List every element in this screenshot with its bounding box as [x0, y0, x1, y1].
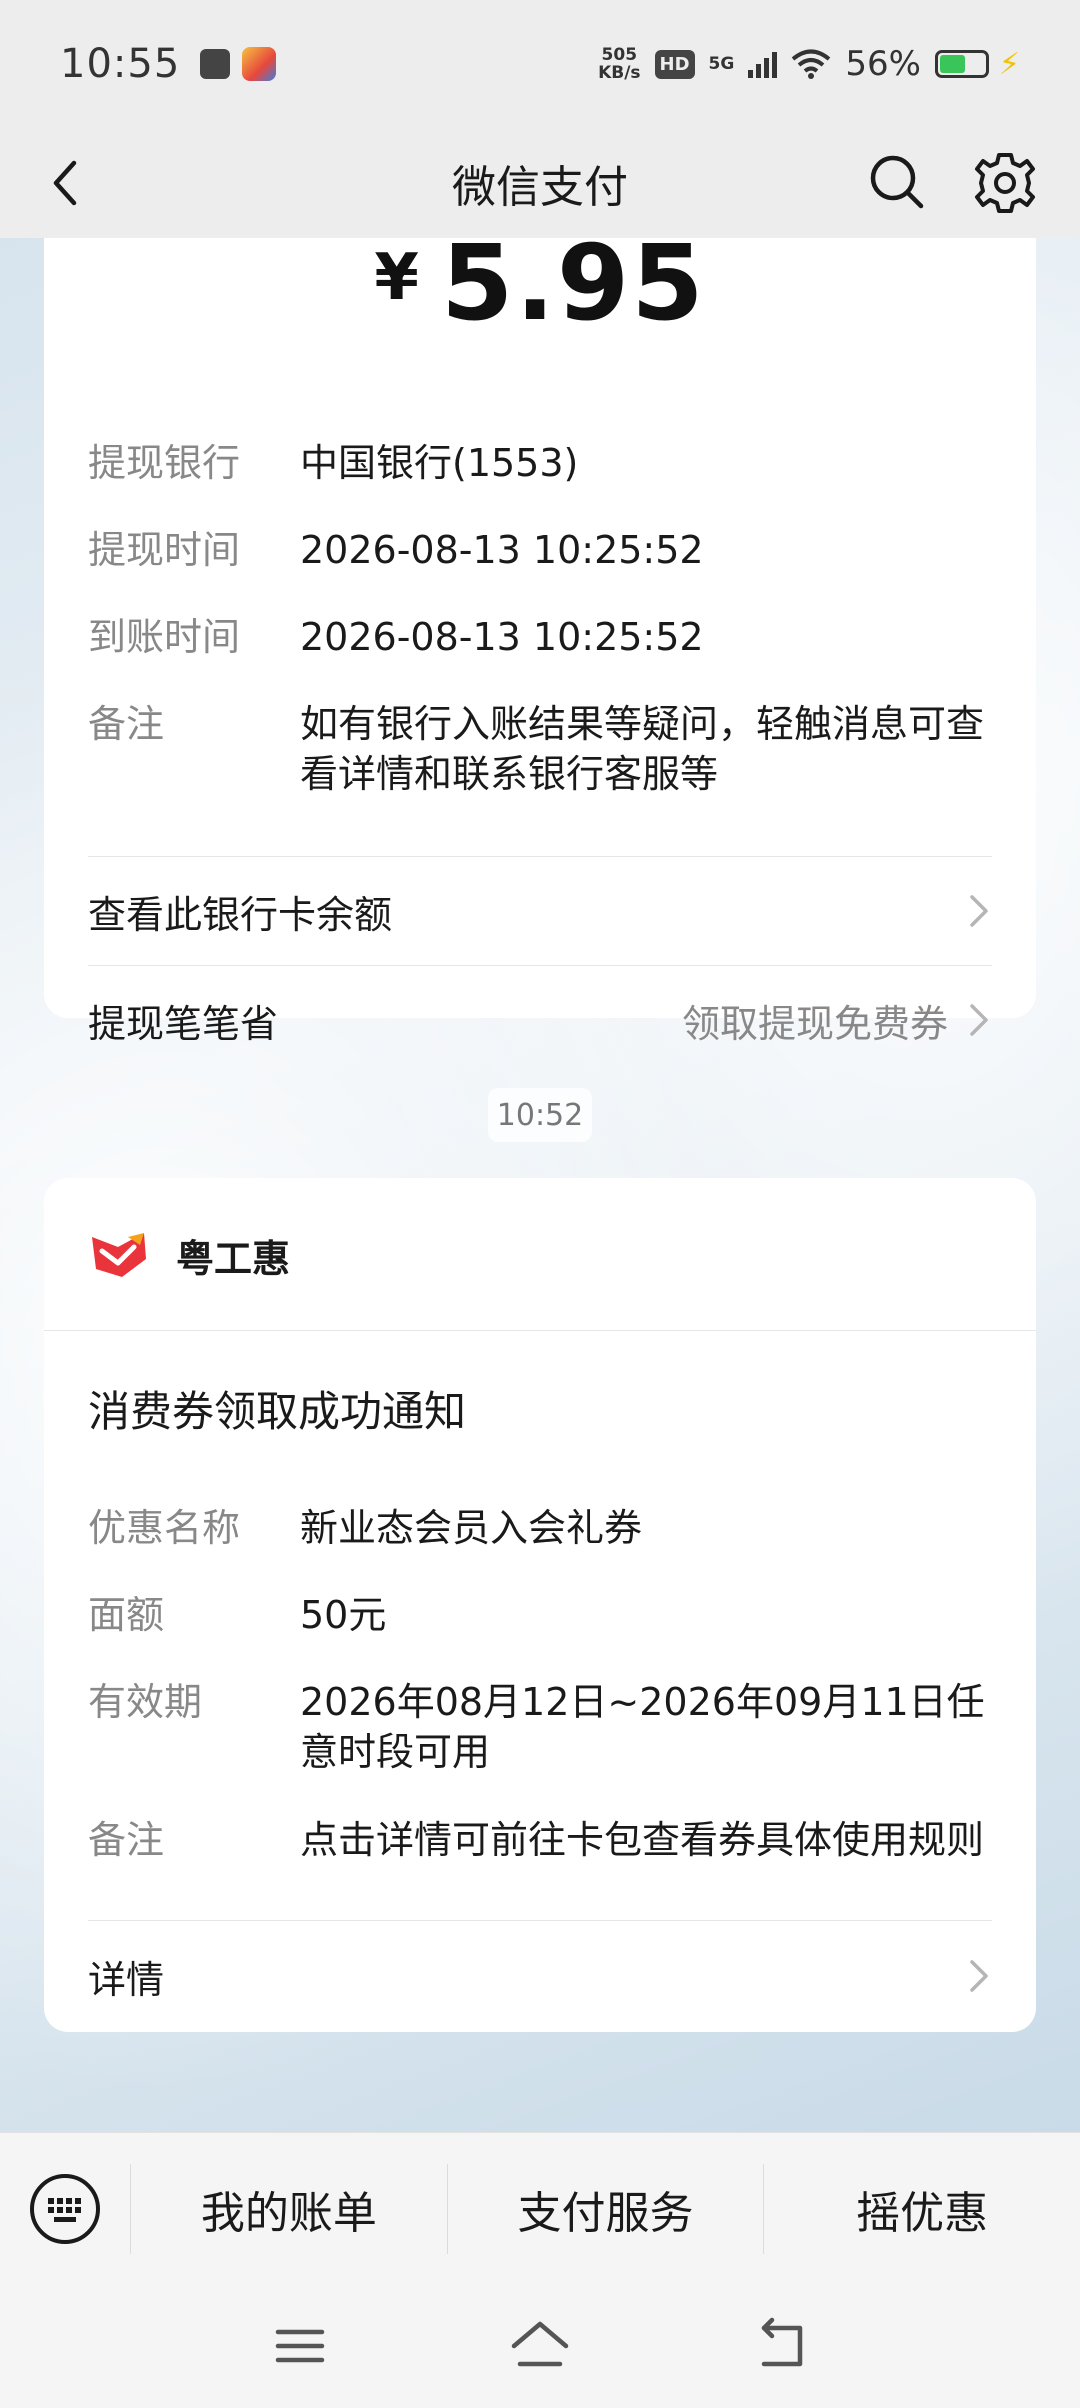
battery-percent: 56% — [845, 44, 921, 84]
withdraw-message-card[interactable]: ¥ 5.95 提现银行 中国银行(1553) 提现时间 2026-08-13 1… — [44, 238, 1036, 1046]
keyboard-icon — [30, 2173, 100, 2244]
chevron-right-icon — [970, 1004, 988, 1036]
status-bar: 10:55 505 KB/s HD 5G 56% ⚡ — [0, 0, 1080, 128]
home-icon[interactable] — [508, 2314, 572, 2378]
back-icon[interactable] — [40, 153, 100, 213]
divider — [88, 1920, 992, 1921]
brand-logo-icon — [92, 1233, 146, 1277]
signal-icon — [748, 50, 778, 78]
details-link[interactable]: 详情 — [88, 1922, 992, 2030]
nav-header: 微信支付 — [0, 128, 1080, 238]
detail-row: 到账时间 2026-08-13 10:25:52 — [88, 615, 704, 659]
gear-icon[interactable] — [972, 150, 1038, 216]
page-title: 微信支付 — [452, 162, 628, 213]
status-indicators: 505 KB/s HD 5G 56% ⚡ — [598, 44, 1020, 84]
back-nav-icon[interactable] — [750, 2314, 814, 2378]
battery-icon — [934, 50, 989, 78]
withdraw-amount: ¥ 5.95 — [44, 238, 1036, 368]
search-icon[interactable] — [865, 150, 929, 214]
wifi-icon — [792, 49, 831, 79]
message-list[interactable]: ¥ 5.95 提现银行 中国银行(1553) 提现时间 2026-08-13 1… — [0, 238, 1080, 2132]
menu-icon[interactable] — [268, 2314, 332, 2378]
amount-value: 5.95 — [440, 238, 706, 344]
notification-icon — [200, 49, 231, 79]
coupon-message-card[interactable]: 粤工惠 消费券领取成功通知 优惠名称 新业态会员入会礼券 面额 50元 有效期 … — [44, 1178, 1036, 2032]
withdraw-save-link[interactable]: 提现笔笔省 领取提现免费券 — [88, 966, 992, 1074]
network-type: 5G — [708, 54, 735, 74]
battery-level — [939, 55, 965, 73]
charging-icon: ⚡ — [998, 46, 1020, 82]
detail-row: 提现银行 中国银行(1553) — [88, 441, 579, 485]
free-coupon-text: 领取提现免费券 — [681, 1001, 948, 1046]
detail-row: 优惠名称 新业态会员入会礼券 — [88, 1506, 643, 1550]
keyboard-toggle-button[interactable] — [0, 2133, 130, 2285]
detail-row: 有效期 2026年08月12日~2026年09月11日任意时段可用 — [88, 1680, 985, 1774]
detail-row: 面额 50元 — [88, 1593, 387, 1637]
status-time: 10:55 — [60, 41, 181, 87]
currency-symbol: ¥ — [374, 241, 419, 315]
check-balance-link[interactable]: 查看此银行卡余额 — [88, 857, 992, 965]
menu-my-bills[interactable]: 我的账单 — [130, 2163, 447, 2254]
menu-payment-services[interactable]: 支付服务 — [446, 2163, 764, 2254]
network-speed: 505 KB/s — [598, 45, 641, 83]
hd-icon: HD — [654, 49, 695, 79]
chevron-right-icon — [970, 1960, 988, 1992]
brand-header: 粤工惠 — [88, 1224, 290, 1286]
detail-row: 提现时间 2026-08-13 10:25:52 — [88, 528, 704, 572]
detail-row: 备注 点击详情可前往卡包查看券具体使用规则 — [88, 1818, 985, 1862]
brand-name: 粤工惠 — [176, 1236, 291, 1281]
divider — [44, 1330, 1036, 1331]
bottom-menu: 我的账单 支付服务 摇优惠 — [0, 2132, 1080, 2284]
message-timestamp: 10:52 — [488, 1088, 592, 1142]
chevron-right-icon — [970, 895, 988, 927]
detail-row: 备注 如有银行入账结果等疑问，轻触消息可查看详情和联系银行客服等 — [88, 702, 985, 796]
system-nav-bar — [0, 2284, 1080, 2408]
menu-shake-offers[interactable]: 摇优惠 — [763, 2163, 1080, 2254]
notice-title: 消费券领取成功通知 — [88, 1387, 467, 1436]
app-notification-icon — [242, 47, 277, 81]
